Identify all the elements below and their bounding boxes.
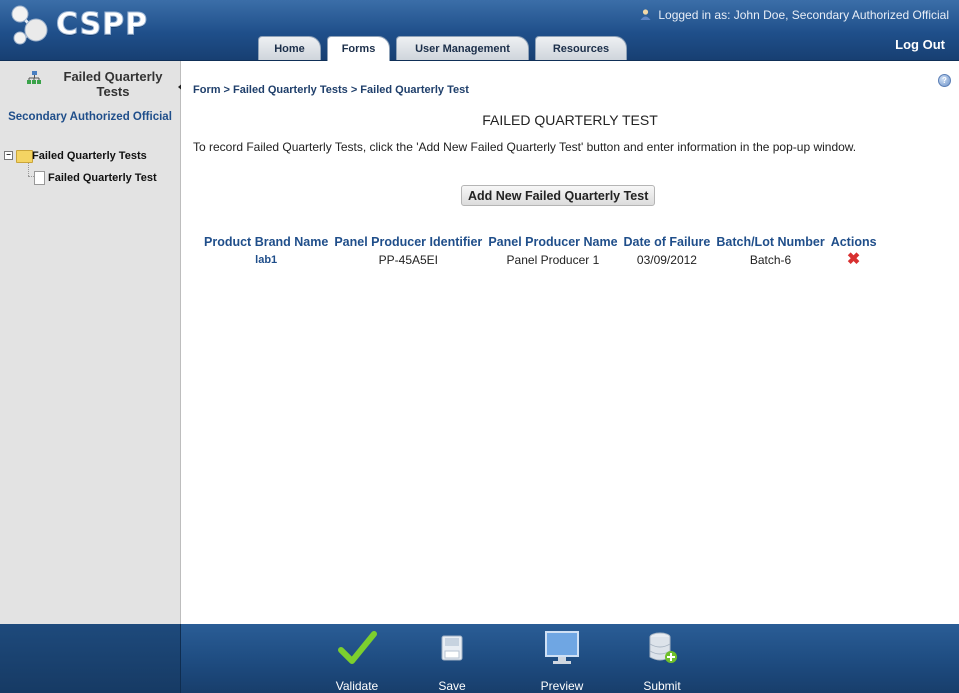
logout-link[interactable]: Log Out — [895, 37, 945, 52]
footer-left-cap — [0, 624, 181, 693]
left-panel-title: Failed Quarterly Tests — [63, 69, 163, 99]
table-row: lab1 PP-45A5EI Panel Producer 1 03/09/20… — [201, 251, 880, 269]
tree-child-label: Failed Quarterly Test — [48, 172, 157, 184]
monitor-icon — [545, 631, 579, 664]
breadcrumb[interactable]: Form > Failed Quarterly Tests > Failed Q… — [193, 84, 469, 96]
submit-button[interactable]: Submit — [632, 630, 692, 693]
role-label: Secondary Authorized Official — [8, 111, 172, 123]
submit-label: Submit — [643, 679, 681, 693]
column-header: Actions — [830, 235, 877, 249]
delete-icon[interactable]: ✖ — [847, 252, 860, 268]
tab-user-management[interactable]: User Management — [396, 36, 529, 60]
producer-name-cell: Panel Producer 1 — [506, 253, 600, 267]
user-info: Logged in as: John Doe, Secondary Author… — [640, 8, 949, 22]
instructions-text: To record Failed Quarterly Tests, click … — [193, 140, 857, 154]
table-header-row: Product Brand Name Panel Producer Identi… — [201, 233, 880, 251]
column-header[interactable]: Date of Failure — [621, 233, 714, 251]
database-submit-icon — [649, 632, 677, 663]
cspp-logo[interactable]: CSPP — [6, 4, 166, 45]
tab-resources[interactable]: Resources — [535, 36, 627, 60]
date-of-failure-cell: 03/09/2012 — [636, 253, 697, 267]
save-label: Save — [438, 679, 466, 693]
checkmark-icon — [338, 631, 377, 664]
brand-name-link[interactable]: lab1 — [201, 251, 331, 269]
column-header[interactable]: Product Brand Name — [201, 233, 331, 251]
help-icon[interactable]: ? — [938, 74, 951, 87]
actions-cell: ✖ — [828, 251, 880, 269]
tab-home[interactable]: Home — [258, 36, 321, 60]
tree-connector — [28, 163, 30, 176]
tree-root-label: Failed Quarterly Tests — [32, 150, 147, 162]
batch-number-cell: Batch-6 — [749, 253, 792, 267]
save-icon — [441, 635, 463, 661]
column-header[interactable]: Panel Producer Identifier — [331, 233, 485, 251]
collapse-node-icon[interactable]: − — [4, 151, 13, 160]
user-icon — [640, 9, 651, 20]
producer-identifier-cell: PP-45A5EI — [378, 253, 439, 267]
user-prefix: Logged in as: — [658, 8, 731, 22]
left-panel-header: Failed Quarterly Tests — [0, 61, 180, 105]
folder-icon — [16, 150, 33, 163]
column-header[interactable]: Batch/Lot Number — [713, 233, 827, 251]
user-name: John Doe, Secondary Authorized Official — [733, 8, 949, 22]
action-footer: Validate Save Preview Submit — [0, 624, 959, 693]
validate-label: Validate — [335, 679, 379, 693]
main-content: Form > Failed Quarterly Tests > Failed Q… — [181, 61, 959, 624]
molecule-icon — [11, 5, 48, 45]
document-icon — [34, 171, 45, 185]
failed-tests-table: Product Brand Name Panel Producer Identi… — [201, 233, 880, 269]
preview-label: Preview — [540, 679, 584, 693]
preview-button[interactable]: Preview — [532, 630, 592, 693]
left-panel: Failed Quarterly Tests Secondary Authori… — [0, 61, 184, 624]
hierarchy-icon — [27, 71, 41, 84]
app-header: CSPP Logged in as: John Doe, Secondary A… — [0, 0, 959, 61]
logo-text: CSPP — [55, 7, 149, 43]
validate-button[interactable]: Validate — [327, 630, 387, 693]
column-header[interactable]: Panel Producer Name — [485, 233, 620, 251]
save-button[interactable]: Save — [422, 630, 482, 693]
page-title: FAILED QUARTERLY TEST — [482, 112, 658, 128]
tab-forms[interactable]: Forms — [327, 36, 390, 61]
add-new-failed-quarterly-test-button[interactable]: Add New Failed Quarterly Test — [461, 185, 656, 206]
